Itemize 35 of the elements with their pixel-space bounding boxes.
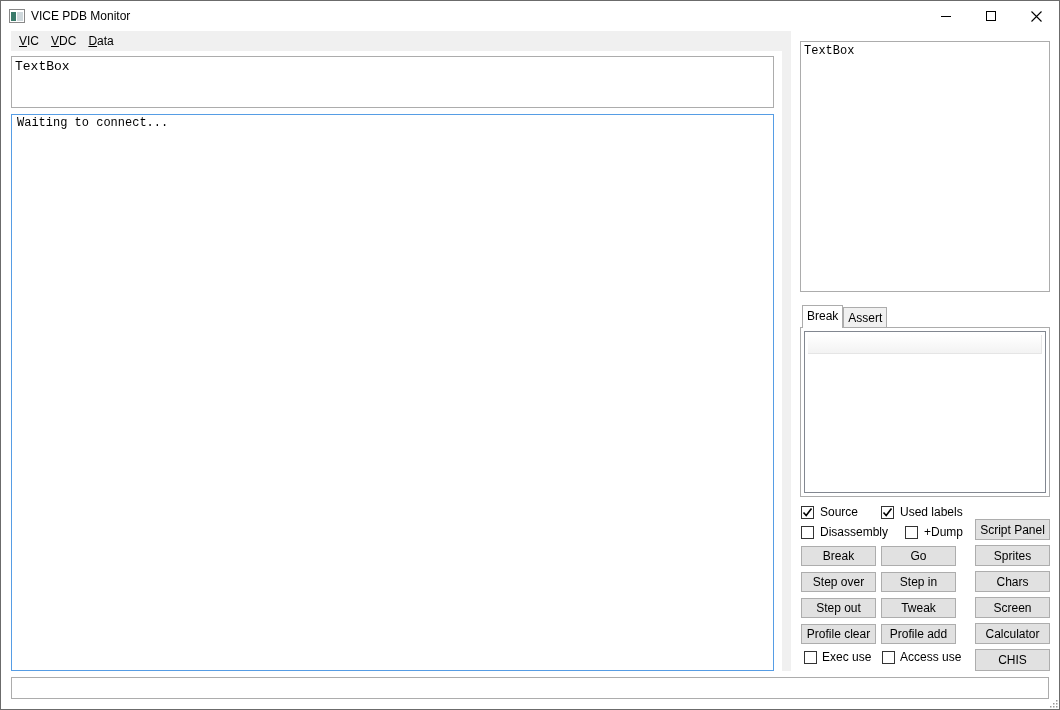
menu-item[interactable]: VDC: [45, 34, 83, 48]
panel-button[interactable]: Calculator: [975, 623, 1050, 644]
output-log[interactable]: Waiting to connect...: [11, 114, 774, 671]
action-button[interactable]: Profile add: [881, 624, 956, 644]
panel-button[interactable]: CHIS: [975, 649, 1050, 671]
log-text: Waiting to connect...: [17, 116, 169, 130]
panel-button[interactable]: Sprites: [975, 545, 1050, 566]
window-title: VICE PDB Monitor: [31, 9, 131, 23]
panel-button[interactable]: Chars: [975, 571, 1050, 592]
tab[interactable]: Assert: [843, 307, 888, 327]
checkbox[interactable]: Disassembly: [801, 525, 905, 539]
text-box[interactable]: TextBox: [11, 56, 774, 108]
action-button[interactable]: Tweak: [881, 598, 956, 618]
action-button[interactable]: Go: [881, 546, 956, 566]
menu-item[interactable]: VIC: [13, 34, 45, 48]
checkbox[interactable]: Exec use: [804, 650, 882, 664]
checkbox[interactable]: Used labels: [881, 505, 964, 519]
maximize-icon[interactable]: [986, 11, 996, 21]
panel-button[interactable]: Screen: [975, 597, 1050, 618]
minimize-icon[interactable]: [941, 15, 951, 17]
close-icon[interactable]: [1031, 10, 1042, 22]
action-button[interactable]: Step over: [801, 572, 876, 592]
action-button[interactable]: Step in: [881, 572, 956, 592]
tab[interactable]: Break: [802, 305, 844, 328]
panel-button[interactable]: Script Panel: [975, 519, 1050, 540]
action-button[interactable]: Step out: [801, 598, 876, 618]
checkbox[interactable]: +Dump: [905, 525, 964, 539]
text-box[interactable]: TextBox: [800, 41, 1050, 292]
window-icon: [9, 9, 25, 23]
checkbox[interactable]: Access use: [882, 650, 962, 664]
action-button[interactable]: Profile clear: [801, 624, 876, 644]
checkbox[interactable]: Source: [801, 505, 881, 519]
action-button[interactable]: Break: [801, 546, 876, 566]
menu-item[interactable]: Data: [82, 34, 120, 48]
resize-grip-icon[interactable]: [1049, 699, 1058, 708]
